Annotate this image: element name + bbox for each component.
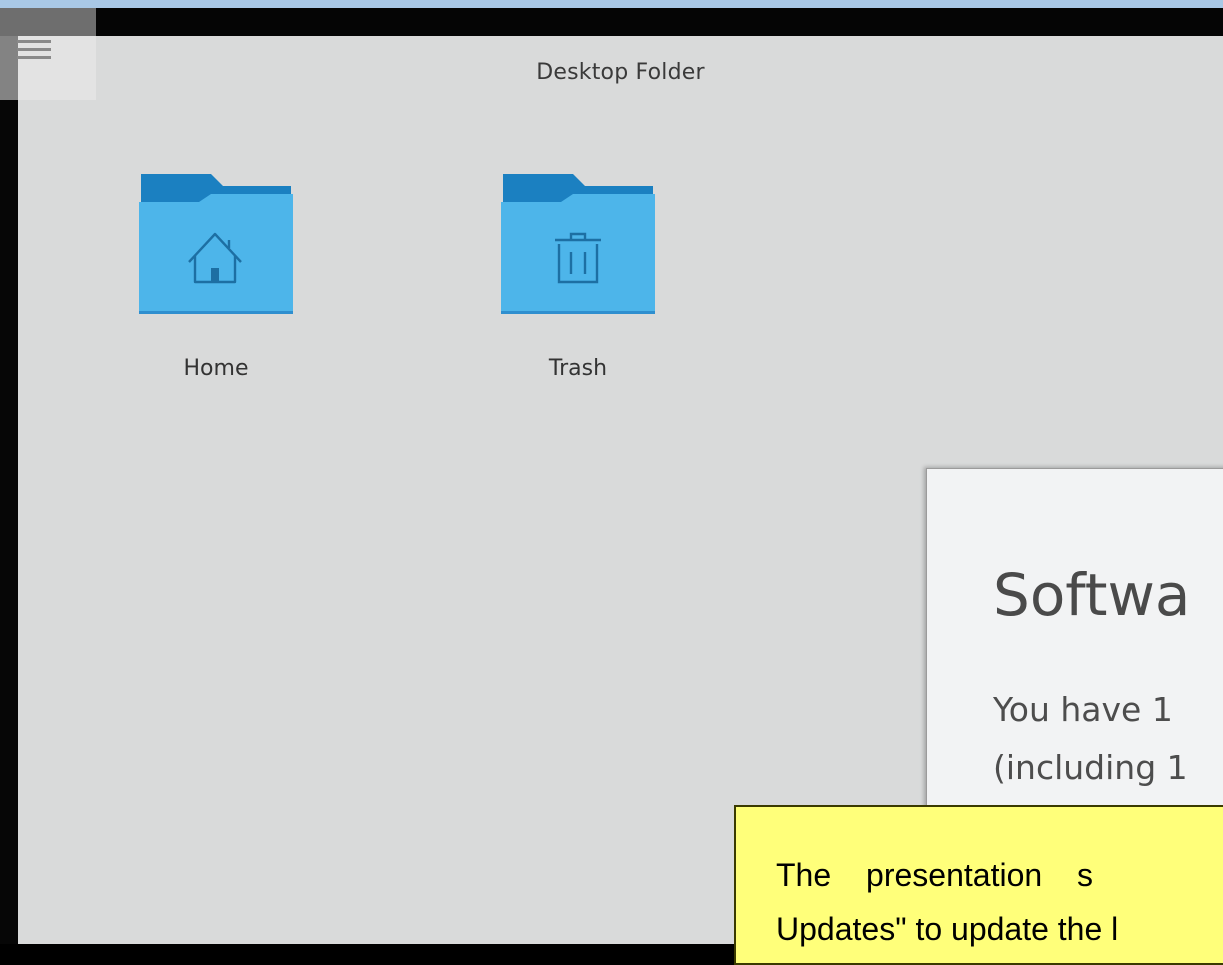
desktop-icon-trash[interactable]: Trash xyxy=(468,172,688,381)
desktop-menu-button[interactable] xyxy=(0,8,96,100)
note-line-2: Updates" to update the l xyxy=(776,911,1119,947)
title-bar xyxy=(0,8,1223,36)
dialog-body: You have 1 (including 1 xyxy=(993,681,1188,797)
window-left-edge xyxy=(0,8,18,944)
trash-label: Trash xyxy=(548,356,608,381)
instruction-note: The presentation s Updates" to update th… xyxy=(734,805,1223,965)
desktop-folder-title: Desktop Folder xyxy=(536,60,705,85)
trash-folder-icon xyxy=(501,174,655,314)
dialog-line-2: (including 1 xyxy=(993,748,1188,787)
dialog-line-1: You have 1 xyxy=(993,690,1173,729)
home-label: Home xyxy=(183,356,249,381)
desktop-icon-home[interactable]: Home xyxy=(106,172,326,381)
note-line-1: The presentation s xyxy=(776,857,1094,893)
home-folder-icon xyxy=(139,174,293,314)
window-top-edge xyxy=(0,0,1223,8)
dialog-title: Softwa xyxy=(993,561,1191,629)
menu-button-top xyxy=(0,8,96,36)
